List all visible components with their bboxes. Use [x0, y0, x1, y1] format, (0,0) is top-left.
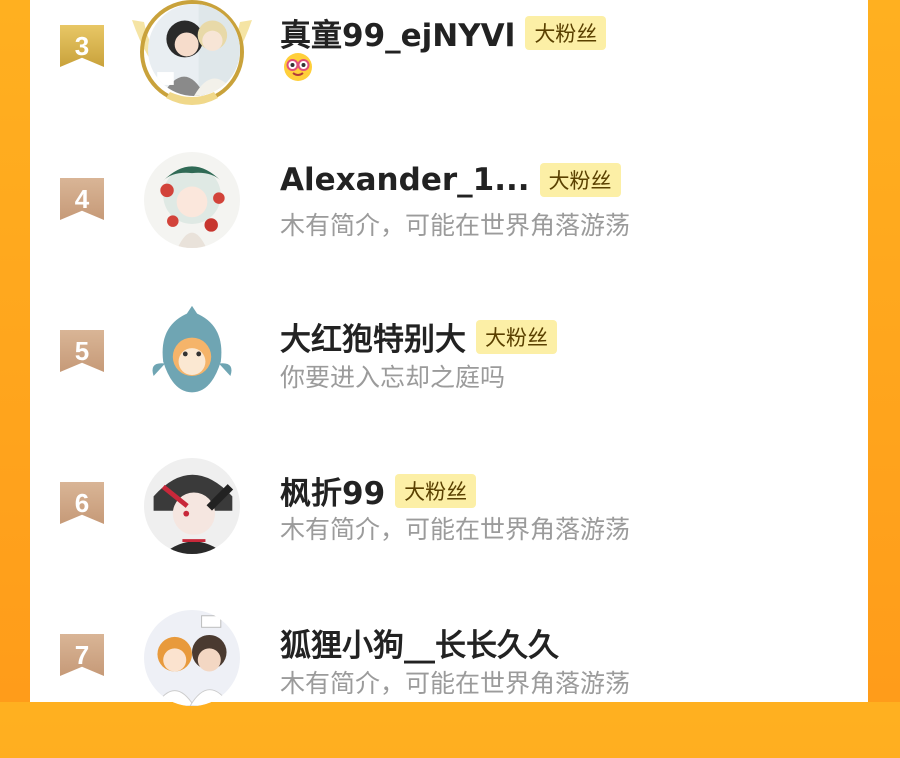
user-bio: 木有简介，可能在世界角落游荡: [280, 515, 631, 544]
big-fan-badge: 大粉丝: [539, 163, 621, 197]
rank-number: 6: [74, 488, 90, 518]
rank-badge: 4: [60, 178, 104, 220]
avatar[interactable]: [144, 610, 240, 706]
avatar[interactable]: [144, 304, 240, 400]
rank-number: 7: [74, 640, 90, 670]
fan-rank-row[interactable]: 5 大红狍特别大 大粉丝 你要进入忘却之庭吗: [30, 302, 868, 452]
user-name-text: 枫折99: [280, 476, 386, 512]
user-bio: 木有简介，可能在世界角落游荡: [280, 669, 631, 698]
rank-badge: 6: [60, 482, 104, 524]
big-fan-badge: 大粉丝: [525, 15, 607, 50]
rank-badge: 5: [60, 330, 104, 372]
user-name-text: 真童99_ejNYVl: [280, 18, 516, 54]
user-name[interactable]: 大红狍特别大 大粉丝: [280, 314, 557, 359]
fan-rank-row[interactable]: 3 真童99_ejNYVl 大粉丝: [30, 0, 868, 150]
user-name-text: 狐狸小狗__长长久久: [280, 628, 559, 664]
user-name-text: 大红狍特别大: [280, 322, 466, 358]
user-name[interactable]: 真童99_ejNYVl 大粉丝: [280, 10, 607, 55]
rank-number: 3: [74, 31, 90, 61]
fan-ranking-panel: 3 真童99_ejNYVl 大粉丝 4 Alexander_1... 大粉丝 木…: [30, 0, 868, 706]
fan-rank-row[interactable]: 6 枫折99 大粉丝 木有简介，可能在世界角落游荡: [30, 456, 868, 606]
nerd-face-emoji-icon: [284, 53, 312, 81]
user-bio: 你要进入忘却之庭吗: [280, 363, 506, 392]
user-name[interactable]: 枫折99 大粉丝: [280, 468, 477, 513]
fan-rank-row[interactable]: 4 Alexander_1... 大粉丝 木有简介，可能在世界角落游荡: [30, 150, 868, 300]
avatar[interactable]: [144, 152, 240, 248]
user-name-text: Alexander_1...: [280, 162, 530, 198]
fan-rank-row[interactable]: 7 狐狸小狗__长长久久 木有简介，可能在世界角落游荡: [30, 608, 868, 758]
rank-number: 5: [74, 336, 90, 366]
user-name[interactable]: 狐狸小狗__长长久久: [280, 620, 559, 665]
user-bio: 木有简介，可能在世界角落游荡: [280, 211, 631, 240]
rank-badge: 3: [60, 25, 104, 67]
rank-number: 4: [74, 184, 90, 214]
big-fan-badge: 大粉丝: [476, 319, 557, 354]
rank-badge: 7: [60, 634, 104, 676]
avatar[interactable]: [148, 4, 240, 96]
big-fan-badge: 大粉丝: [395, 473, 477, 508]
user-name[interactable]: Alexander_1... 大粉丝: [280, 162, 621, 198]
avatar[interactable]: [144, 458, 240, 554]
